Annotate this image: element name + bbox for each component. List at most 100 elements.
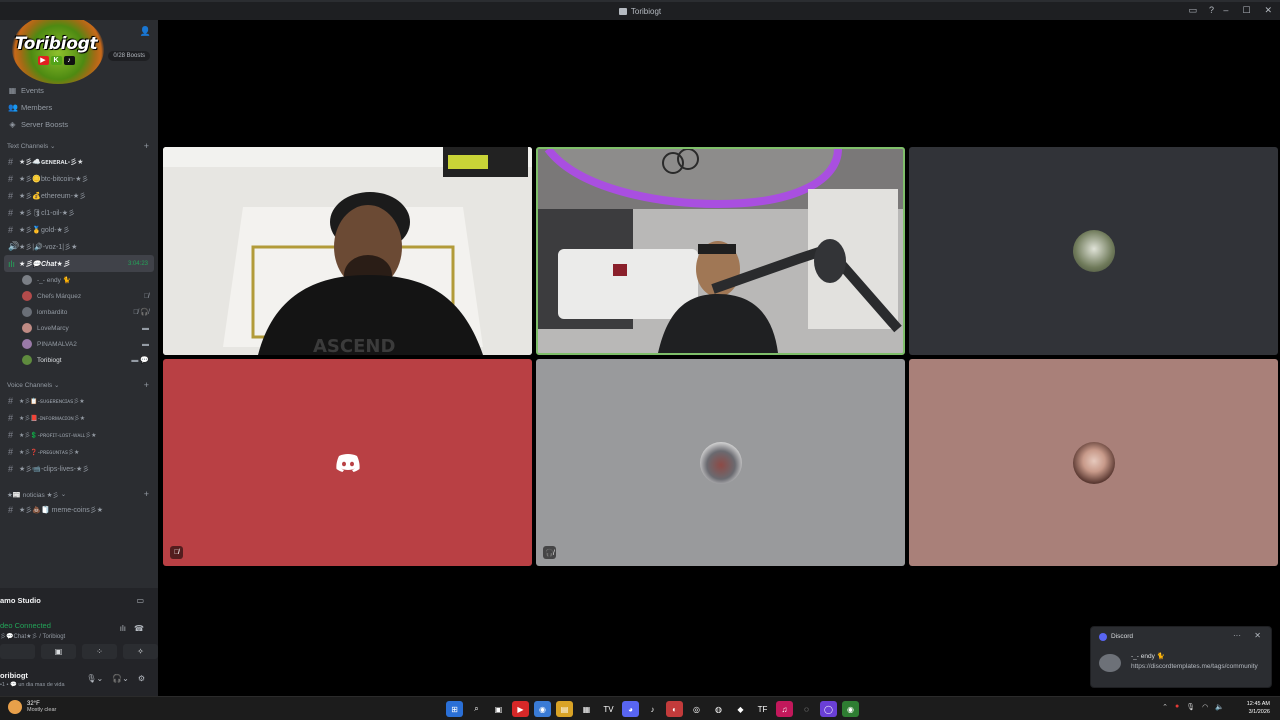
channel-label: ★彡💩🧻 meme-coins彡★: [19, 506, 104, 514]
video-feed-2: [538, 149, 903, 353]
video-stage: ASCEND 🎙̸ 🎧̸: [158, 20, 1280, 696]
screen-share-button[interactable]: ▣: [41, 644, 76, 659]
boost-progress[interactable]: 0/28 Boosts: [108, 51, 150, 61]
video-tile[interactable]: [909, 359, 1278, 566]
wifi-icon[interactable]: ◠: [1202, 703, 1208, 711]
add-channel-icon[interactable]: +: [144, 141, 149, 151]
invite-people-icon[interactable]: 👤: [140, 26, 151, 37]
channel-item[interactable]: 🔊 ★彡|🔊-voz-1|彡★: [0, 238, 158, 255]
discord-taskbar-icon[interactable]: ◕: [622, 701, 639, 717]
current-username[interactable]: oribiogt: [0, 671, 28, 680]
boost-icon: ◈: [9, 120, 16, 129]
hash-icon: #: [8, 156, 14, 167]
youtube-icon[interactable]: ▶: [512, 701, 529, 717]
chevron-up-icon[interactable]: ⌃: [1162, 703, 1168, 711]
microphone-icon[interactable]: 🎙: [1186, 703, 1195, 711]
participant-avatar: [699, 441, 742, 484]
steam-icon[interactable]: ◍: [710, 701, 727, 717]
category-news[interactable]: ★📰 noticias ★彡 ⌄ +: [0, 487, 158, 501]
soundboard-button[interactable]: ✧: [123, 644, 158, 659]
search-icon[interactable]: ⌕: [468, 701, 485, 717]
nav-events[interactable]: ▦ Events: [0, 82, 158, 99]
video-tile[interactable]: [909, 147, 1278, 355]
chrome-icon[interactable]: ◉: [842, 701, 859, 717]
channel-item[interactable]: # ★彡📋-ꜱᴜɢᴇʀᴇɴᴄɪᴀꜱ彡★: [0, 392, 158, 409]
voice-user[interactable]: -_- endy 🐈: [0, 272, 158, 288]
voice-user-name: lombardito: [37, 308, 68, 316]
voice-connected-channel[interactable]: 彡💬Chat★彡 / Toribiogt: [0, 631, 65, 640]
video-tile[interactable]: ASCEND: [163, 147, 532, 355]
app-icon[interactable]: ◌: [798, 701, 815, 717]
voice-user[interactable]: LoveMarcy ▬: [0, 320, 158, 336]
nav-server-boosts[interactable]: ◈ Server Boosts: [0, 116, 158, 133]
app-icon[interactable]: ◐: [666, 701, 683, 717]
clock[interactable]: 12:45 AM 3/1/2026: [1247, 700, 1270, 716]
voice-user[interactable]: Chefs Márquez 🎙̸: [0, 288, 158, 304]
studio-icon[interactable]: ▭: [136, 596, 144, 605]
task-view-icon[interactable]: ▣: [490, 701, 507, 717]
notification-toast[interactable]: Discord ··· ✕ -_- endy 🐈 https://discord…: [1090, 626, 1272, 688]
channel-item[interactable]: # ★彡❓-ᴘʀᴇɢᴜɴᴛᴀꜱ彡★: [0, 443, 158, 460]
channel-item[interactable]: # ★彡🥇gold-★彡: [0, 221, 158, 238]
start-icon[interactable]: ⊞: [446, 701, 463, 717]
video-toggle-button[interactable]: [0, 644, 35, 659]
maximize-button[interactable]: ☐: [1242, 5, 1250, 16]
app-icon[interactable]: ◯: [820, 701, 837, 717]
volume-icon[interactable]: 🔈: [1215, 703, 1224, 711]
close-icon[interactable]: ✕: [1254, 631, 1261, 640]
copilot-icon[interactable]: ◉: [534, 701, 551, 717]
channel-item[interactable]: # ★彡💰ethereum-★彡: [0, 187, 158, 204]
minimize-button[interactable]: –: [1223, 5, 1228, 16]
disconnect-icon[interactable]: ☎: [134, 624, 144, 633]
headphones-icon[interactable]: 🎧⌄: [112, 674, 129, 683]
channel-item[interactable]: # ★彡📕-ɪɴꜰᴏʀᴍᴀᴄɪᴏɴ彡★: [0, 409, 158, 426]
category-text-channels[interactable]: Text Channels ⌄ +: [0, 139, 158, 153]
channel-label: ★彡|🔊-voz-1|彡★: [19, 243, 78, 251]
microphone-icon[interactable]: 🎙⌄: [86, 674, 103, 683]
channel-label: ★彡🥇gold-★彡: [19, 226, 70, 234]
obs-icon[interactable]: ◎: [688, 701, 705, 717]
inbox-icon[interactable]: ▭: [1188, 5, 1197, 16]
close-window-button[interactable]: ✕: [1264, 5, 1272, 16]
tradingview-icon[interactable]: TV: [600, 701, 617, 717]
channel-item[interactable]: # ★彡📹-clips-lives-★彡: [0, 460, 158, 477]
activities-button[interactable]: ⁘: [82, 644, 117, 659]
tiktok-icon[interactable]: ♪: [644, 701, 661, 717]
voice-user-name: Chefs Márquez: [37, 292, 82, 300]
noise-suppression-icon[interactable]: ılı: [120, 624, 126, 633]
more-options-icon[interactable]: ···: [1233, 631, 1241, 640]
camera-icon: ▬ 💬: [131, 357, 149, 364]
app-icon[interactable]: ◆: [732, 701, 749, 717]
file-explorer-icon[interactable]: ▤: [556, 701, 573, 717]
add-channel-icon[interactable]: +: [144, 380, 149, 390]
record-icon[interactable]: ●: [1175, 703, 1179, 711]
voice-user[interactable]: lombardito 🎙̸ 🎧̸: [0, 304, 158, 320]
help-icon[interactable]: ?: [1209, 5, 1214, 16]
video-tile-speaking[interactable]: [536, 147, 905, 355]
voice-user[interactable]: PINAMALVA2 ▬: [0, 336, 158, 352]
category-voice-channels[interactable]: Voice Channels ⌄ +: [0, 378, 158, 392]
store-icon[interactable]: ▦: [578, 701, 595, 717]
video-tile[interactable]: 🎧̸: [536, 359, 905, 566]
logo-badges: ▶ K ♪: [37, 55, 75, 65]
nav-members[interactable]: 👥 Members: [0, 99, 158, 116]
app-icon[interactable]: ♫: [776, 701, 793, 717]
youtube-icon: ▶: [37, 55, 49, 65]
voice-user[interactable]: Toribiogt ▬ 💬: [0, 352, 158, 368]
video-tile[interactable]: 🎙̸: [163, 359, 532, 566]
clock-time: 12:45 AM: [1246, 701, 1270, 707]
weather-widget[interactable]: 32°F Mostly clear: [8, 700, 56, 714]
channel-item[interactable]: # ★彡💩🧻 meme-coins彡★: [0, 501, 158, 518]
active-voice-channel[interactable]: ılı ★彡💬Chat★彡 3:04:23: [4, 255, 154, 272]
system-tray: ⌃ ● 🎙 ◠ 🔈: [1162, 703, 1224, 711]
channel-item[interactable]: # ★彡🛢cl1-oil-★彡: [0, 204, 158, 221]
settings-gear-icon[interactable]: ⚙: [138, 674, 145, 683]
app-icon[interactable]: TF: [754, 701, 771, 717]
add-channel-icon[interactable]: +: [144, 489, 149, 499]
channel-item[interactable]: # ★彡🪙btc-bitcoin-★彡: [0, 170, 158, 187]
channel-item[interactable]: # ★彡☁️ɢᴇɴᴇʀᴀʟ-彡★: [0, 153, 158, 170]
server-header[interactable]: Toribiogt ▶ K ♪ 👤 0/28 Boosts: [0, 20, 158, 84]
channel-item[interactable]: # ★彡💲-ᴘʀᴏꜰɪᴛ-ʟᴏꜱᴛ-ᴡᴀʟʟ彡★: [0, 426, 158, 443]
voice-user-name: -_- endy 🐈: [37, 277, 71, 284]
hash-icon: #: [8, 224, 14, 235]
